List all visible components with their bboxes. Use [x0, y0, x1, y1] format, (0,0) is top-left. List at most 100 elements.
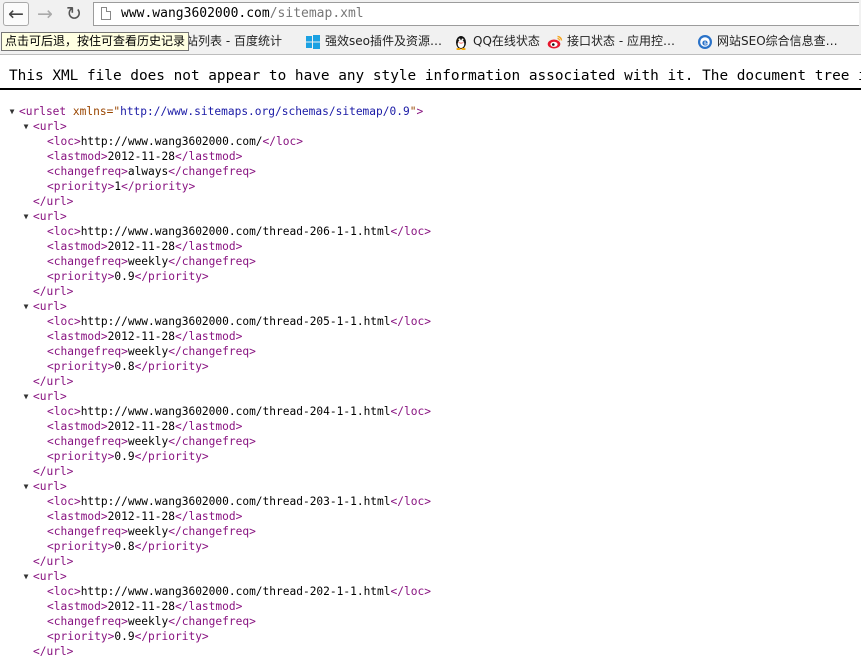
- collapse-toggle-icon[interactable]: ▼: [7, 104, 17, 119]
- line-content: <lastmod>2012-11-28</lastmod>: [47, 329, 242, 344]
- xml-tag: <changefreq>: [47, 525, 128, 538]
- collapse-toggle-icon[interactable]: ▼: [21, 479, 31, 494]
- xml-tag: </changefreq>: [168, 255, 256, 268]
- xml-loc-value: http://www.wang3602000.com/thread-202-1-…: [80, 585, 391, 598]
- collapse-toggle-icon[interactable]: ▼: [21, 209, 31, 224]
- xml-changefreq-value: weekly: [127, 615, 169, 628]
- xml-priority-value: 0.9: [114, 270, 135, 283]
- xml-url-close: </url>: [0, 194, 861, 209]
- xml-tag: <url>: [33, 120, 67, 133]
- collapse-toggle-icon[interactable]: ▼: [21, 569, 31, 584]
- xml-tag: <lastmod>: [47, 600, 108, 613]
- forward-button[interactable]: →: [32, 2, 58, 26]
- xml-lastmod-value: 2012-11-28: [107, 240, 175, 253]
- line-content: <urlset xmlns="http://www.sitemaps.org/s…: [19, 104, 423, 119]
- back-button-tooltip: 点击可后退，按住可查看历史记录: [1, 32, 190, 51]
- xml-url-open: ▼ <url>: [0, 209, 861, 224]
- address-bar[interactable]: www.wang3602000.com/sitemap.xml: [93, 2, 859, 26]
- xml-url-close: </url>: [0, 644, 861, 659]
- line-content: <loc>http://www.wang3602000.com/thread-2…: [47, 224, 431, 239]
- xml-lastmod-value: 2012-11-28: [107, 150, 175, 163]
- xml-loc-line: <loc>http://www.wang3602000.com/thread-2…: [0, 584, 861, 599]
- xml-tag: </lastmod>: [174, 240, 243, 253]
- xml-tag: <url>: [33, 390, 67, 403]
- line-content: <priority>0.8</priority>: [47, 359, 209, 374]
- xml-lastmod-line: <lastmod>2012-11-28</lastmod>: [0, 419, 861, 434]
- xml-punct: =": [106, 105, 121, 118]
- xml-tag: <url>: [33, 570, 67, 583]
- bookmark-api-status[interactable]: 接口状态 - 应用控…: [547, 28, 675, 54]
- forward-arrow-icon: →: [37, 3, 53, 25]
- xml-loc-line: <loc>http://www.wang3602000.com/thread-2…: [0, 494, 861, 509]
- no-style-notice: This XML file does not appear to have an…: [0, 55, 861, 90]
- line-content: <url>: [33, 119, 67, 134]
- bookmark-seo-info[interactable]: e 网站SEO综合信息查…: [697, 28, 838, 54]
- xml-lastmod-line: <lastmod>2012-11-28</lastmod>: [0, 599, 861, 614]
- xml-tag: </loc>: [390, 495, 431, 508]
- xml-tag: <changefreq>: [47, 615, 128, 628]
- weibo-icon: [547, 33, 563, 49]
- xml-priority-line: <priority>0.8</priority>: [0, 539, 861, 554]
- windows-icon: [305, 33, 321, 49]
- bookmark-baidu-stats[interactable]: 站列表 - 百度统计: [186, 28, 282, 54]
- bookmark-label: 站列表 - 百度统计: [186, 34, 282, 48]
- bookmark-label: 接口状态 - 应用控…: [567, 34, 675, 48]
- xml-tag: </loc>: [390, 585, 431, 598]
- xml-tag: </url>: [33, 285, 74, 298]
- xml-url-open: ▼ <url>: [0, 569, 861, 584]
- line-content: </url>: [33, 464, 73, 479]
- back-arrow-icon: ←: [8, 3, 24, 25]
- line-content: <priority>0.9</priority>: [47, 629, 209, 644]
- xml-loc-line: <loc>http://www.wang3602000.com/thread-2…: [0, 314, 861, 329]
- collapse-toggle-icon[interactable]: ▼: [21, 299, 31, 314]
- xml-loc-line: <loc>http://www.wang3602000.com/</loc>: [0, 134, 861, 149]
- xml-changefreq-line: <changefreq>weekly</changefreq>: [0, 524, 861, 539]
- xml-tag: <url>: [33, 480, 67, 493]
- line-content: </url>: [33, 284, 73, 299]
- xml-loc-value: http://www.wang3602000.com/thread-206-1-…: [80, 225, 391, 238]
- xml-priority-value: 0.9: [114, 630, 135, 643]
- line-content: <changefreq>weekly</changefreq>: [47, 434, 256, 449]
- url-text: www.wang3602000.com/sitemap.xml: [121, 3, 364, 25]
- line-content: <priority>1</priority>: [47, 179, 195, 194]
- bookmark-seo-plugins[interactable]: 强效seo插件及资源…: [305, 28, 442, 54]
- line-content: <lastmod>2012-11-28</lastmod>: [47, 509, 242, 524]
- xml-tag: <changefreq>: [47, 435, 128, 448]
- xml-tag: </priority>: [134, 540, 209, 553]
- back-button[interactable]: ←: [3, 2, 29, 26]
- xml-tag: </url>: [33, 555, 74, 568]
- bookmark-qq-status[interactable]: QQ在线状态: [453, 28, 540, 54]
- line-content: <changefreq>weekly</changefreq>: [47, 524, 256, 539]
- line-content: <changefreq>always</changefreq>: [47, 164, 256, 179]
- collapse-toggle-icon[interactable]: ▼: [21, 119, 31, 134]
- xml-changefreq-line: <changefreq>weekly</changefreq>: [0, 434, 861, 449]
- page-icon: [101, 7, 111, 20]
- xml-tag: <lastmod>: [47, 330, 108, 343]
- xml-changefreq-value: weekly: [127, 255, 169, 268]
- xml-priority-line: <priority>0.8</priority>: [0, 359, 861, 374]
- xml-changefreq-line: <changefreq>always</changefreq>: [0, 164, 861, 179]
- xml-tag: <urlset: [19, 105, 67, 118]
- bookmark-label: 网站SEO综合信息查…: [717, 34, 838, 48]
- collapse-toggle-icon[interactable]: ▼: [21, 389, 31, 404]
- line-content: <lastmod>2012-11-28</lastmod>: [47, 239, 242, 254]
- xml-tag: </priority>: [121, 180, 196, 193]
- xml-changefreq-line: <changefreq>weekly</changefreq>: [0, 344, 861, 359]
- xml-url-close: </url>: [0, 374, 861, 389]
- line-content: <lastmod>2012-11-28</lastmod>: [47, 599, 242, 614]
- xml-tag: <loc>: [47, 315, 81, 328]
- xml-loc-value: http://www.wang3602000.com/thread-205-1-…: [80, 315, 391, 328]
- xml-lastmod-line: <lastmod>2012-11-28</lastmod>: [0, 239, 861, 254]
- xml-tag: <loc>: [47, 585, 81, 598]
- xml-changefreq-line: <changefreq>weekly</changefreq>: [0, 254, 861, 269]
- xml-tag: <lastmod>: [47, 240, 108, 253]
- xml-loc-line: <loc>http://www.wang3602000.com/thread-2…: [0, 224, 861, 239]
- reload-button[interactable]: ↻: [61, 2, 87, 26]
- line-content: <url>: [33, 389, 67, 404]
- xml-url-open: ▼ <url>: [0, 299, 861, 314]
- xml-tag: <loc>: [47, 135, 81, 148]
- xml-loc-line: <loc>http://www.wang3602000.com/thread-2…: [0, 404, 861, 419]
- xml-tag: <url>: [33, 210, 67, 223]
- line-content: <priority>0.8</priority>: [47, 539, 209, 554]
- xml-tag: </url>: [33, 375, 74, 388]
